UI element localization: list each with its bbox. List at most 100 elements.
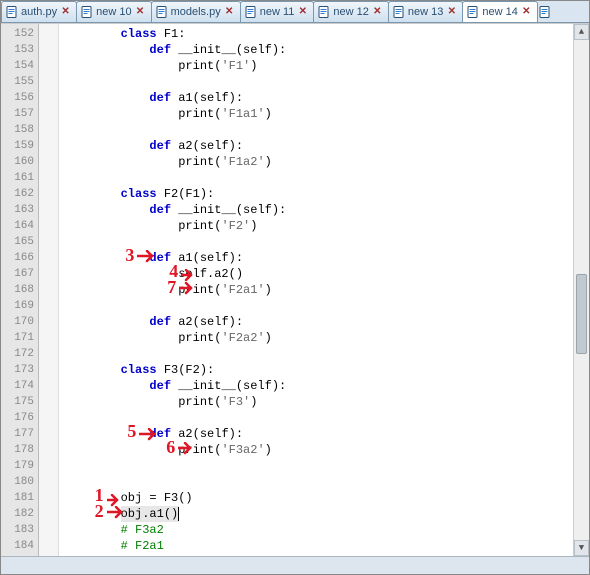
line-number: 178	[3, 442, 34, 458]
line-number: 170	[3, 314, 34, 330]
scroll-thumb[interactable]	[576, 274, 587, 354]
code-line[interactable]: print('F3a2')	[63, 442, 569, 458]
scroll-down-button[interactable]: ▼	[574, 540, 589, 556]
code-line[interactable]: class F1:	[63, 26, 569, 42]
close-icon[interactable]: ✕	[372, 7, 383, 18]
line-number: 152	[3, 26, 34, 42]
status-bar	[1, 556, 589, 574]
code-line[interactable]: def a2(self):	[63, 138, 569, 154]
code-line[interactable]: print('F1a1')	[63, 106, 569, 122]
code-line[interactable]: def a2(self):	[63, 426, 569, 442]
code-line[interactable]	[63, 74, 569, 90]
tab-label: new 10	[96, 6, 131, 18]
tab-new-10[interactable]: new 10 ✕	[76, 1, 151, 22]
line-number: 158	[3, 122, 34, 138]
tab-new-12[interactable]: new 12 ✕	[313, 1, 388, 22]
close-icon[interactable]: ✕	[446, 7, 457, 18]
file-icon	[156, 6, 168, 18]
tab-models-py[interactable]: models.py✕	[151, 1, 241, 22]
code-line[interactable]: class F3(F2):	[63, 362, 569, 378]
code-line[interactable]: def __init__(self):	[63, 202, 569, 218]
code-line[interactable]: def __init__(self):	[63, 42, 569, 58]
line-number: 156	[3, 90, 34, 106]
scroll-up-button[interactable]: ▲	[574, 24, 589, 40]
code-line[interactable]	[63, 234, 569, 250]
code-line[interactable]: def a1(self):	[63, 90, 569, 106]
code-line[interactable]: print('F1a2')	[63, 154, 569, 170]
tab-new-13[interactable]: new 13✕	[388, 1, 463, 22]
fold-margin	[39, 24, 59, 556]
line-number: 184	[3, 538, 34, 554]
line-number: 172	[3, 346, 34, 362]
line-number: 174	[3, 378, 34, 394]
line-number: 180	[3, 474, 34, 490]
vertical-scrollbar[interactable]: ▲ ▼	[573, 24, 589, 556]
line-number: 159	[3, 138, 34, 154]
code-line[interactable]	[63, 170, 569, 186]
line-number: 176	[3, 410, 34, 426]
code-line[interactable]: self.a2()	[63, 266, 569, 282]
code-line[interactable]	[63, 298, 569, 314]
file-icon	[81, 6, 93, 18]
tab-label: new 12	[333, 6, 368, 18]
line-number: 183	[3, 522, 34, 538]
code-line[interactable]	[63, 346, 569, 362]
text-caret	[178, 507, 179, 521]
code-line[interactable]: class F2(F1):	[63, 186, 569, 202]
tab-overflow[interactable]	[537, 1, 553, 22]
code-area[interactable]: class F1: def __init__(self): print('F1'…	[59, 24, 573, 556]
line-number: 166	[3, 250, 34, 266]
line-number: 163	[3, 202, 34, 218]
close-icon[interactable]: ✕	[521, 7, 532, 18]
code-line[interactable]: print('F2')	[63, 218, 569, 234]
line-number: 167	[3, 266, 34, 282]
code-line[interactable]: print('F3')	[63, 394, 569, 410]
file-icon	[393, 6, 405, 18]
file-icon	[467, 6, 479, 18]
code-line[interactable]	[63, 474, 569, 490]
line-number: 165	[3, 234, 34, 250]
code-line[interactable]: # F3a2	[63, 522, 569, 538]
tab-label: auth.py	[21, 6, 57, 18]
line-number: 160	[3, 154, 34, 170]
file-icon	[6, 6, 18, 18]
code-line[interactable]	[63, 122, 569, 138]
line-number: 155	[3, 74, 34, 90]
close-icon[interactable]: ✕	[297, 7, 308, 18]
code-line[interactable]: def __init__(self):	[63, 378, 569, 394]
line-number: 179	[3, 458, 34, 474]
close-icon[interactable]: ✕	[224, 7, 235, 18]
line-number: 173	[3, 362, 34, 378]
close-icon[interactable]: ✕	[135, 7, 146, 18]
code-line[interactable]: print('F1')	[63, 58, 569, 74]
file-icon	[245, 6, 257, 18]
code-line[interactable]	[63, 458, 569, 474]
code-line[interactable]	[63, 410, 569, 426]
line-number: 153	[3, 42, 34, 58]
code-line[interactable]: print('F2a2')	[63, 330, 569, 346]
tab-auth-py[interactable]: auth.py✕	[1, 1, 77, 22]
line-number: 168	[3, 282, 34, 298]
tab-new-14[interactable]: new 14 ✕	[462, 1, 537, 22]
code-line[interactable]: def a2(self):	[63, 314, 569, 330]
code-line[interactable]: obj.a1()	[63, 506, 569, 522]
line-number: 171	[3, 330, 34, 346]
editor-area: 1521531541551561571581591601611621631641…	[1, 23, 589, 556]
code-line[interactable]: def a1(self):	[63, 250, 569, 266]
code-line[interactable]: obj = F3()	[63, 490, 569, 506]
tab-new-11[interactable]: new 11✕	[240, 1, 315, 22]
line-number: 182	[3, 506, 34, 522]
tab-label: new 13	[408, 6, 443, 18]
tab-label: models.py	[171, 6, 221, 18]
close-icon[interactable]: ✕	[60, 7, 71, 18]
tab-bar: auth.py✕new 10✕models.py✕new 11✕new 12✕n…	[1, 1, 589, 23]
tab-label: new 14	[482, 6, 517, 18]
tab-label: new 11	[260, 6, 295, 18]
editor-window: auth.py✕new 10✕models.py✕new 11✕new 12✕n…	[0, 0, 590, 575]
line-number: 162	[3, 186, 34, 202]
line-number: 169	[3, 298, 34, 314]
file-icon	[318, 6, 330, 18]
line-number: 164	[3, 218, 34, 234]
code-line[interactable]: print('F2a1')	[63, 282, 569, 298]
code-line[interactable]: # F2a1	[63, 538, 569, 554]
